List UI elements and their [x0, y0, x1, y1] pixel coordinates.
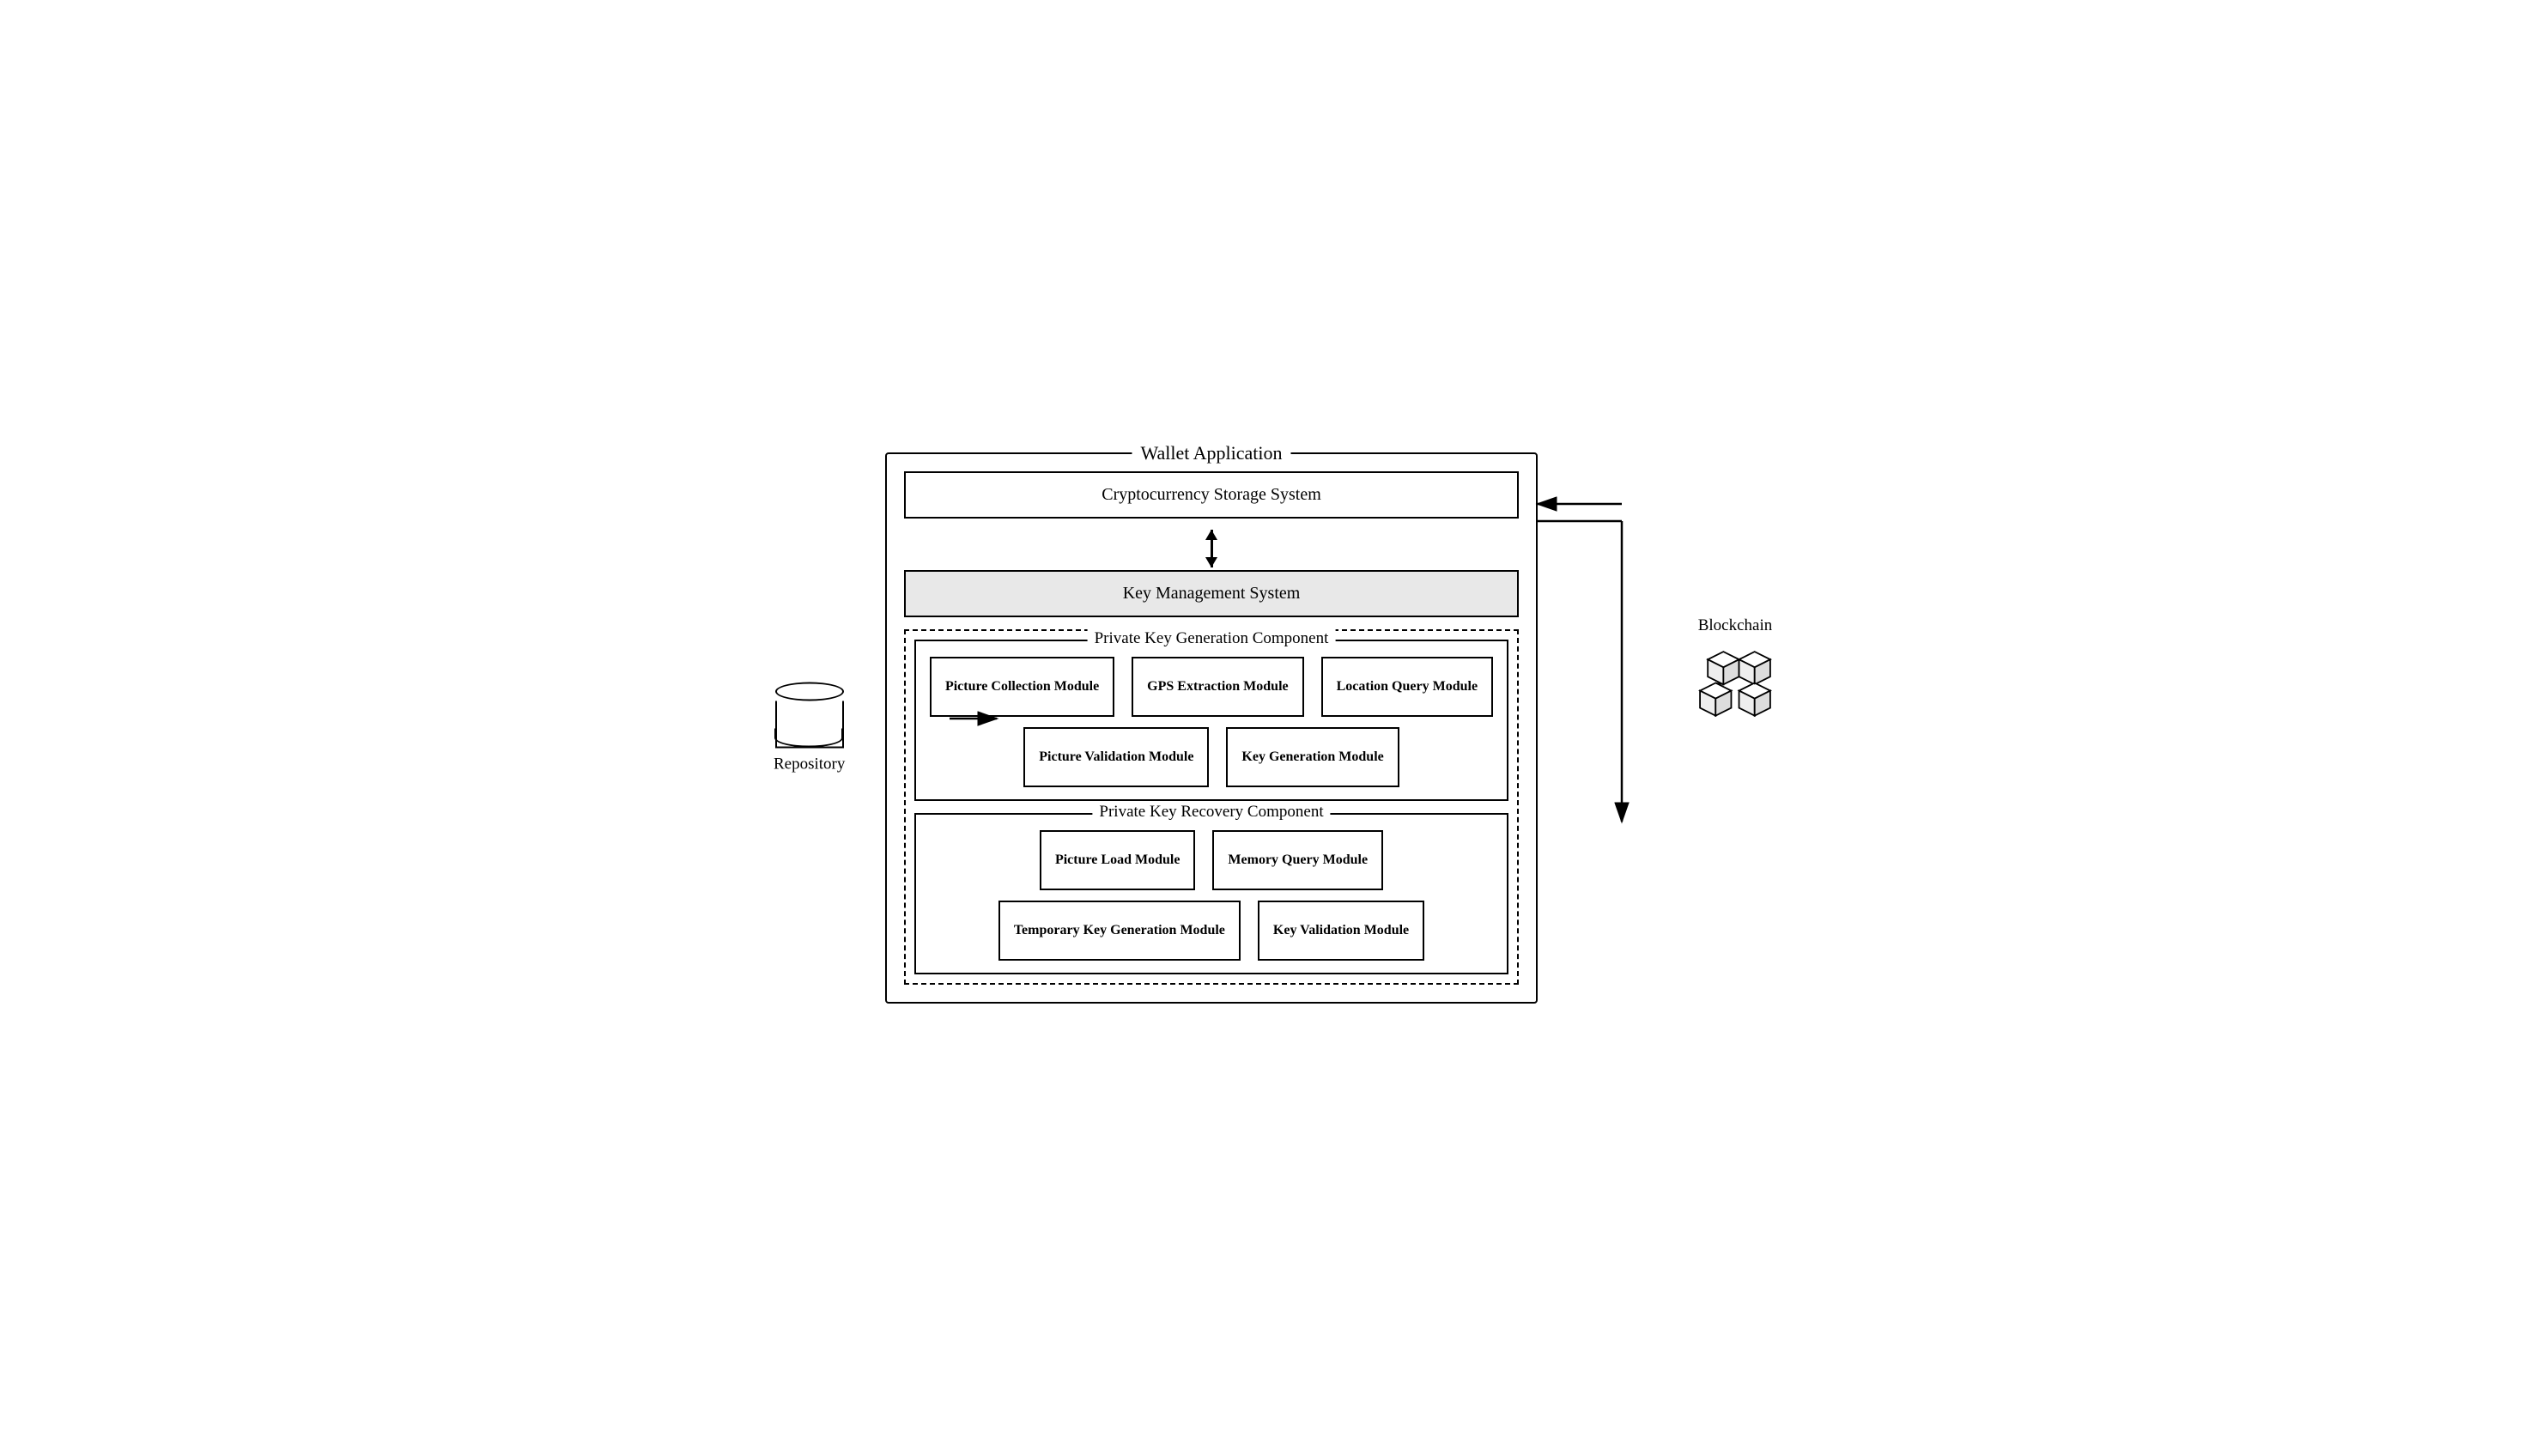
- location-query-module: Location Query Module: [1321, 657, 1493, 717]
- recovery-row-1: Picture Load Module Memory Query Module: [928, 830, 1495, 890]
- blockchain-label: Blockchain: [1698, 616, 1773, 635]
- recovery-modules-grid: Picture Load Module Memory Query Module …: [928, 830, 1495, 961]
- double-arrow: [904, 527, 1519, 570]
- recovery-component: Private Key Recovery Component Picture L…: [914, 813, 1508, 974]
- wallet-application: Wallet Application Cryptocurrency Storag…: [885, 452, 1538, 1004]
- generation-row-1: Picture Collection Module GPS Extraction…: [928, 657, 1495, 717]
- recovery-component-label: Private Key Recovery Component: [1092, 803, 1330, 822]
- generation-component: Private Key Generation Component Picture…: [914, 640, 1508, 801]
- picture-load-module: Picture Load Module: [1040, 830, 1195, 890]
- key-management-label: Key Management System: [1123, 584, 1301, 603]
- blockchain: Blockchain: [1688, 616, 1782, 730]
- generation-modules-grid: Picture Collection Module GPS Extraction…: [928, 657, 1495, 787]
- key-management: Key Management System: [904, 570, 1519, 617]
- gps-extraction-module: GPS Extraction Module: [1132, 657, 1303, 717]
- generation-row-2: Picture Validation Module Key Generation…: [928, 727, 1495, 787]
- key-generation-module: Key Generation Module: [1226, 727, 1399, 787]
- key-validation-module: Key Validation Module: [1258, 901, 1424, 961]
- cylinder-icon: [775, 682, 844, 749]
- repository: Repository: [774, 682, 845, 774]
- inner-dashed-container: Private Key Generation Component Picture…: [904, 629, 1519, 985]
- picture-collection-module: Picture Collection Module: [930, 657, 1114, 717]
- memory-query-module: Memory Query Module: [1212, 830, 1383, 890]
- double-arrow-shaft: [1211, 530, 1213, 567]
- wallet-app-label: Wallet Application: [1132, 442, 1290, 464]
- picture-validation-module: Picture Validation Module: [1023, 727, 1209, 787]
- temporary-key-generation-module: Temporary Key Generation Module: [998, 901, 1241, 961]
- crypto-storage-label: Cryptocurrency Storage System: [1102, 485, 1321, 504]
- generation-component-label: Private Key Generation Component: [1088, 629, 1336, 648]
- crypto-storage: Cryptocurrency Storage System: [904, 471, 1519, 519]
- blockchain-icon: [1688, 644, 1782, 730]
- diagram-wrapper: Repository Blockchain Wa: [885, 452, 1658, 1004]
- recovery-row-2: Temporary Key Generation Module Key Vali…: [928, 901, 1495, 961]
- repository-label: Repository: [774, 755, 845, 774]
